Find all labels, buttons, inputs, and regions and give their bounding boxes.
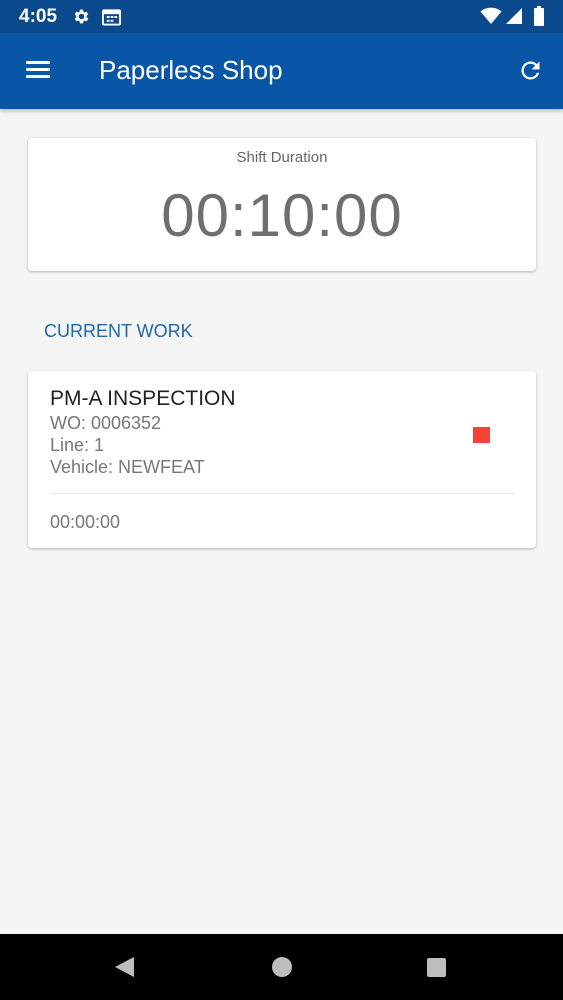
- work-vehicle: Vehicle: NEWFEAT: [50, 457, 205, 477]
- signal-icon: [506, 8, 522, 24]
- refresh-icon[interactable]: [517, 57, 544, 84]
- current-work-heading: CURRENT WORK: [44, 321, 193, 341]
- status-time: 4:05: [19, 6, 58, 27]
- work-timer: 00:00:00: [50, 512, 121, 532]
- app-bar: Paperless Shop: [0, 33, 563, 109]
- back-icon[interactable]: [114, 956, 136, 978]
- status-bar: 4:05: [0, 0, 563, 33]
- navigation-bar: [0, 934, 563, 1000]
- home-icon[interactable]: [272, 957, 292, 977]
- shift-duration-card: Shift Duration 00:10:00: [28, 138, 536, 271]
- wifi-icon: [480, 7, 502, 24]
- shift-duration-label: Shift Duration: [236, 149, 328, 166]
- recents-icon[interactable]: [427, 958, 446, 977]
- app-title: Paperless Shop: [99, 55, 283, 85]
- shift-duration-value: 00:10:00: [161, 182, 403, 249]
- work-line: Line: 1: [50, 435, 105, 455]
- battery-icon: [534, 6, 544, 26]
- stop-icon[interactable]: [473, 427, 490, 443]
- menu-icon[interactable]: [24, 58, 52, 82]
- divider: [50, 493, 515, 494]
- calendar-icon: [102, 9, 121, 26]
- gear-icon: [74, 9, 89, 24]
- current-work-card[interactable]: PM-A INSPECTION WO: 0006352 Line: 1 Vehi…: [28, 371, 536, 548]
- work-title: PM-A INSPECTION: [50, 387, 236, 410]
- work-order: WO: 0006352: [50, 413, 162, 433]
